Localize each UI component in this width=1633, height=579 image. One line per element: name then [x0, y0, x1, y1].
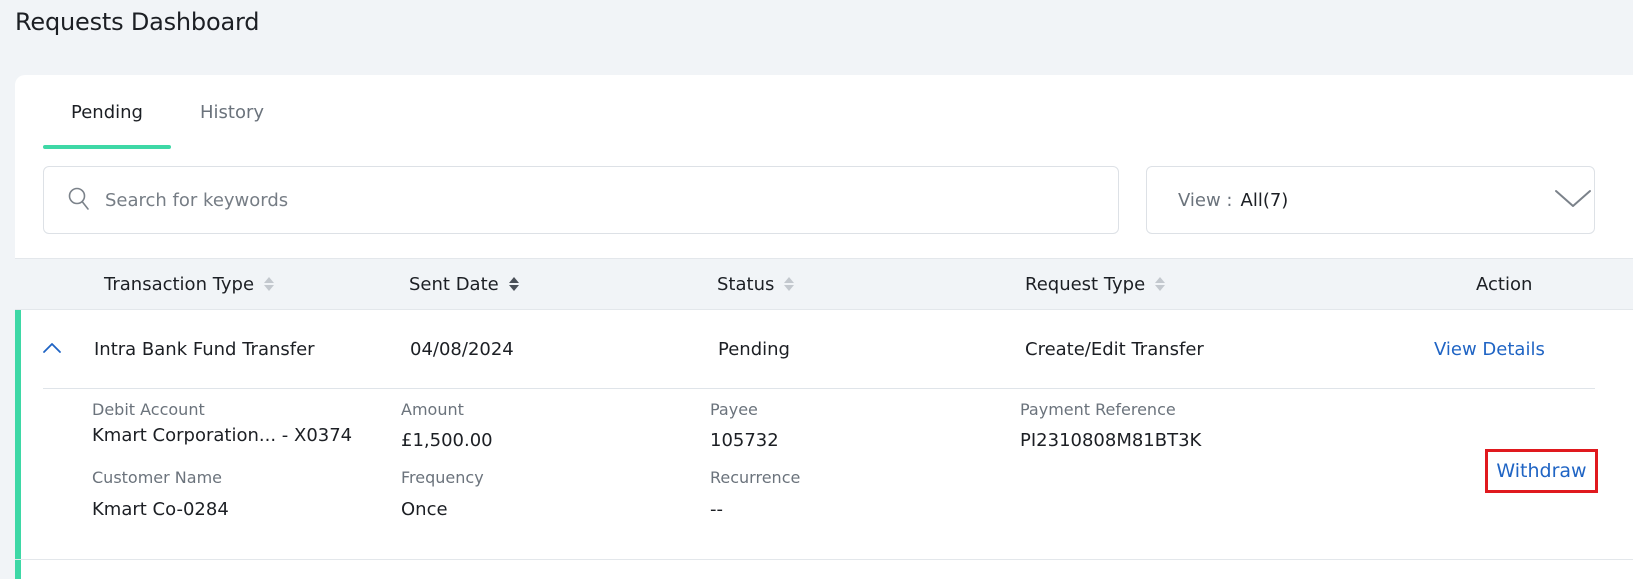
detail-value-frequency: Once — [401, 499, 448, 520]
sort-icon — [264, 277, 275, 291]
requests-card: Pending History View : All(7) Transactio… — [15, 75, 1633, 579]
chevron-up-icon[interactable] — [40, 336, 64, 360]
detail-value-amount: £1,500.00 — [401, 430, 493, 451]
search-icon — [68, 187, 92, 213]
cell-status: Pending — [718, 338, 790, 360]
chevron-down-icon — [1552, 185, 1594, 211]
detail-value-customer-name: Kmart Co-0284 — [92, 499, 229, 520]
view-details-link[interactable]: View Details — [1434, 310, 1545, 388]
column-header-status[interactable]: Status — [717, 259, 795, 309]
page-title: Requests Dashboard — [15, 8, 260, 36]
detail-label-debit-account: Debit Account — [92, 400, 205, 419]
column-header-request-type[interactable]: Request Type — [1025, 259, 1166, 309]
detail-label-customer-name: Customer Name — [92, 468, 223, 487]
table-header: Transaction Type Sent Date Status Reques… — [15, 258, 1633, 310]
column-header-sent-date[interactable]: Sent Date — [409, 259, 520, 309]
tab-history[interactable]: History — [171, 75, 293, 149]
column-header-label: Action — [1476, 273, 1533, 295]
sort-icon — [508, 277, 519, 291]
search-input[interactable] — [105, 189, 1085, 211]
search-box — [43, 166, 1119, 234]
tab-pending[interactable]: Pending — [43, 75, 171, 149]
column-header-label: Sent Date — [409, 273, 499, 295]
view-filter-dropdown[interactable]: View : All(7) — [1146, 166, 1595, 234]
withdraw-link[interactable]: Withdraw — [1496, 460, 1586, 482]
tab-history-label: History — [199, 101, 265, 123]
withdraw-highlight: Withdraw — [1485, 449, 1598, 493]
detail-label-frequency: Frequency — [401, 468, 484, 487]
column-header-label: Transaction Type — [104, 273, 255, 295]
view-filter-value: All(7) — [1240, 189, 1289, 211]
view-filter-label: View : — [1178, 189, 1233, 211]
column-header-transaction-type[interactable]: Transaction Type — [104, 259, 275, 309]
detail-value-payment-reference: PI2310808M81BT3K — [1020, 430, 1202, 451]
row-bottom-divider — [15, 559, 1633, 560]
detail-label-recurrence: Recurrence — [710, 468, 801, 487]
row-divider — [43, 388, 1595, 389]
column-header-action: Action — [1476, 259, 1532, 309]
detail-label-amount: Amount — [401, 400, 464, 419]
table-row: Intra Bank Fund Transfer 04/08/2024 Pend… — [15, 310, 1633, 388]
detail-label-payment-reference: Payment Reference — [1020, 400, 1176, 419]
sort-icon — [784, 277, 795, 291]
detail-value-payee: 105732 — [710, 430, 779, 451]
tab-pending-label: Pending — [71, 101, 143, 123]
detail-value-recurrence: -- — [710, 499, 723, 520]
cell-transaction-type: Intra Bank Fund Transfer — [94, 338, 315, 360]
sort-icon — [1155, 277, 1166, 291]
column-header-label: Status — [717, 273, 775, 295]
detail-label-payee: Payee — [710, 400, 758, 419]
column-header-label: Request Type — [1025, 273, 1146, 295]
cell-request-type: Create/Edit Transfer — [1025, 338, 1204, 360]
cell-sent-date: 04/08/2024 — [410, 338, 514, 360]
detail-value-debit-account: Kmart Corporation... - X0374 — [92, 425, 353, 446]
